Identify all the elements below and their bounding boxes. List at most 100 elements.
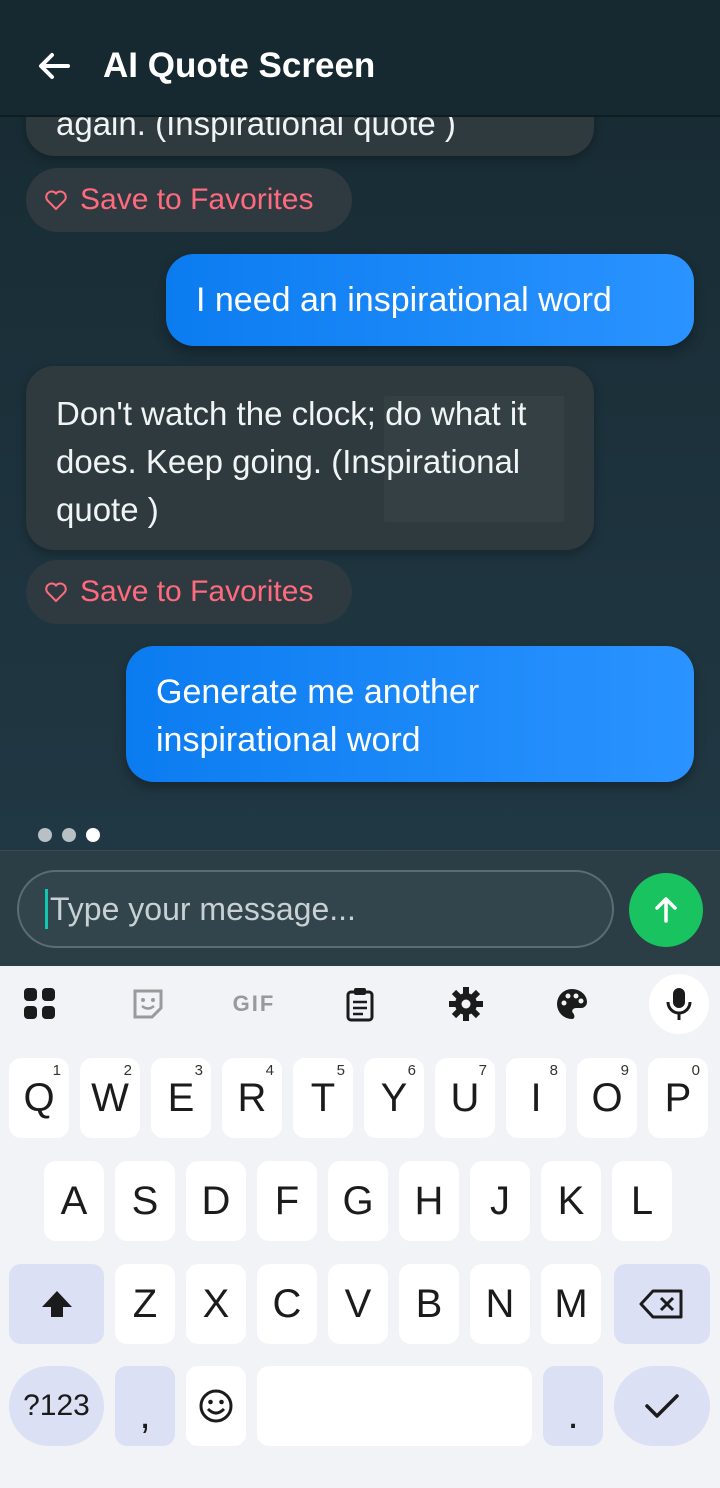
key-label: H (414, 1178, 444, 1223)
key-j[interactable]: J (470, 1161, 530, 1241)
emoji-key[interactable] (186, 1366, 246, 1446)
key-label: R (237, 1075, 267, 1120)
key-hint: 4 (265, 1062, 274, 1079)
keyboard: GIF Q1W2E3R4T5Y6U7I8O9P0 ASDFGHJKL ZXCVB… (0, 966, 720, 1488)
message-input-placeholder: Type your message... (50, 890, 356, 927)
typing-dot (38, 828, 52, 842)
microphone-icon[interactable] (649, 974, 709, 1034)
chat-list[interactable]: again. (Inspirational quote ) Save to Fa… (0, 0, 720, 850)
key-label: M (554, 1281, 588, 1326)
save-to-favorites-button[interactable]: Save to Favorites (26, 168, 352, 232)
key-hint: 9 (620, 1062, 629, 1079)
key-n[interactable]: N (470, 1264, 530, 1344)
settings-gear-icon[interactable] (436, 974, 496, 1034)
key-label: K (557, 1178, 585, 1223)
user-message: Generate me another inspirational word (126, 646, 694, 782)
key-q[interactable]: Q1 (9, 1058, 69, 1138)
send-button[interactable] (629, 873, 703, 947)
emoji-icon (199, 1389, 233, 1423)
key-label: W (91, 1075, 129, 1120)
key-c[interactable]: C (257, 1264, 317, 1344)
save-to-favorites-button[interactable]: Save to Favorites (26, 560, 352, 624)
key-label: O (591, 1075, 623, 1120)
key-hint: 1 (52, 1062, 61, 1079)
key-label: E (167, 1075, 195, 1120)
arrow-up-icon (655, 897, 677, 923)
key-h[interactable]: H (399, 1161, 459, 1241)
typing-dot (62, 828, 76, 842)
app-screen: again. (Inspirational quote ) Save to Fa… (0, 0, 720, 966)
key-label: N (485, 1281, 515, 1326)
key-y[interactable]: Y6 (364, 1058, 424, 1138)
backspace-key[interactable] (614, 1264, 710, 1344)
sticker-icon[interactable] (118, 974, 178, 1034)
save-to-favorites-label: Save to Favorites (80, 575, 314, 608)
palette-icon[interactable] (542, 974, 602, 1034)
key-m[interactable]: M (541, 1264, 601, 1344)
message-composer: Type your message... (0, 850, 720, 966)
comma-key[interactable]: , (115, 1366, 175, 1446)
key-label: V (344, 1281, 372, 1326)
key-o[interactable]: O9 (577, 1058, 637, 1138)
key-w[interactable]: W2 (80, 1058, 140, 1138)
key-label: T (310, 1075, 336, 1120)
key-t[interactable]: T5 (293, 1058, 353, 1138)
shift-arrow-icon (41, 1291, 72, 1317)
key-hint: 5 (336, 1062, 345, 1079)
clipboard-icon[interactable] (330, 974, 390, 1034)
symbols-key[interactable]: ?123 (9, 1366, 104, 1446)
key-label: C (272, 1281, 302, 1326)
key-r[interactable]: R4 (222, 1058, 282, 1138)
key-label: L (630, 1178, 654, 1223)
ai-message: Don't watch the clock; do what it does. … (26, 366, 594, 550)
key-hint: 2 (123, 1062, 132, 1079)
key-hint: 7 (478, 1062, 487, 1079)
space-key[interactable] (257, 1366, 532, 1446)
typing-indicator (38, 828, 100, 842)
key-s[interactable]: S (115, 1161, 175, 1241)
backspace-icon (639, 1289, 683, 1319)
user-message-text: I need an inspirational word (196, 281, 612, 319)
key-label: U (450, 1075, 480, 1120)
key-label: S (131, 1178, 159, 1223)
key-label: Q (23, 1075, 55, 1120)
key-label: Y (380, 1075, 408, 1120)
key-u[interactable]: U7 (435, 1058, 495, 1138)
key-k[interactable]: K (541, 1161, 601, 1241)
app-bar: AI Quote Screen (0, 0, 720, 117)
save-to-favorites-label: Save to Favorites (80, 183, 314, 216)
key-f[interactable]: F (257, 1161, 317, 1241)
checkmark-icon (645, 1394, 679, 1418)
heart-icon (45, 190, 67, 211)
shift-key[interactable] (9, 1264, 104, 1344)
key-l[interactable]: L (612, 1161, 672, 1241)
key-g[interactable]: G (328, 1161, 388, 1241)
apps-grid-icon[interactable] (10, 974, 70, 1034)
key-p[interactable]: P0 (648, 1058, 708, 1138)
period-key[interactable]: . (543, 1366, 603, 1446)
typing-dot (86, 828, 100, 842)
key-label: Z (132, 1281, 158, 1326)
key-x[interactable]: X (186, 1264, 246, 1344)
key-label: F (274, 1178, 300, 1223)
key-e[interactable]: E3 (151, 1058, 211, 1138)
gif-button[interactable]: GIF (224, 974, 284, 1034)
back-arrow-icon[interactable] (32, 44, 76, 88)
key-hint: 6 (407, 1062, 416, 1079)
key-d[interactable]: D (186, 1161, 246, 1241)
key-z[interactable]: Z (115, 1264, 175, 1344)
user-message: I need an inspirational word (166, 254, 694, 346)
key-v[interactable]: V (328, 1264, 388, 1344)
message-input[interactable]: Type your message... (17, 870, 614, 948)
heart-icon (45, 582, 67, 603)
done-key[interactable] (614, 1366, 710, 1446)
user-message-text: Generate me another inspirational word (156, 673, 480, 759)
key-hint: 3 (194, 1062, 203, 1079)
key-i[interactable]: I8 (506, 1058, 566, 1138)
key-a[interactable]: A (44, 1161, 104, 1241)
key-b[interactable]: B (399, 1264, 459, 1344)
key-label: G (342, 1178, 374, 1223)
key-label: J (490, 1178, 510, 1223)
key-label: I (530, 1075, 542, 1120)
key-label: D (201, 1178, 231, 1223)
